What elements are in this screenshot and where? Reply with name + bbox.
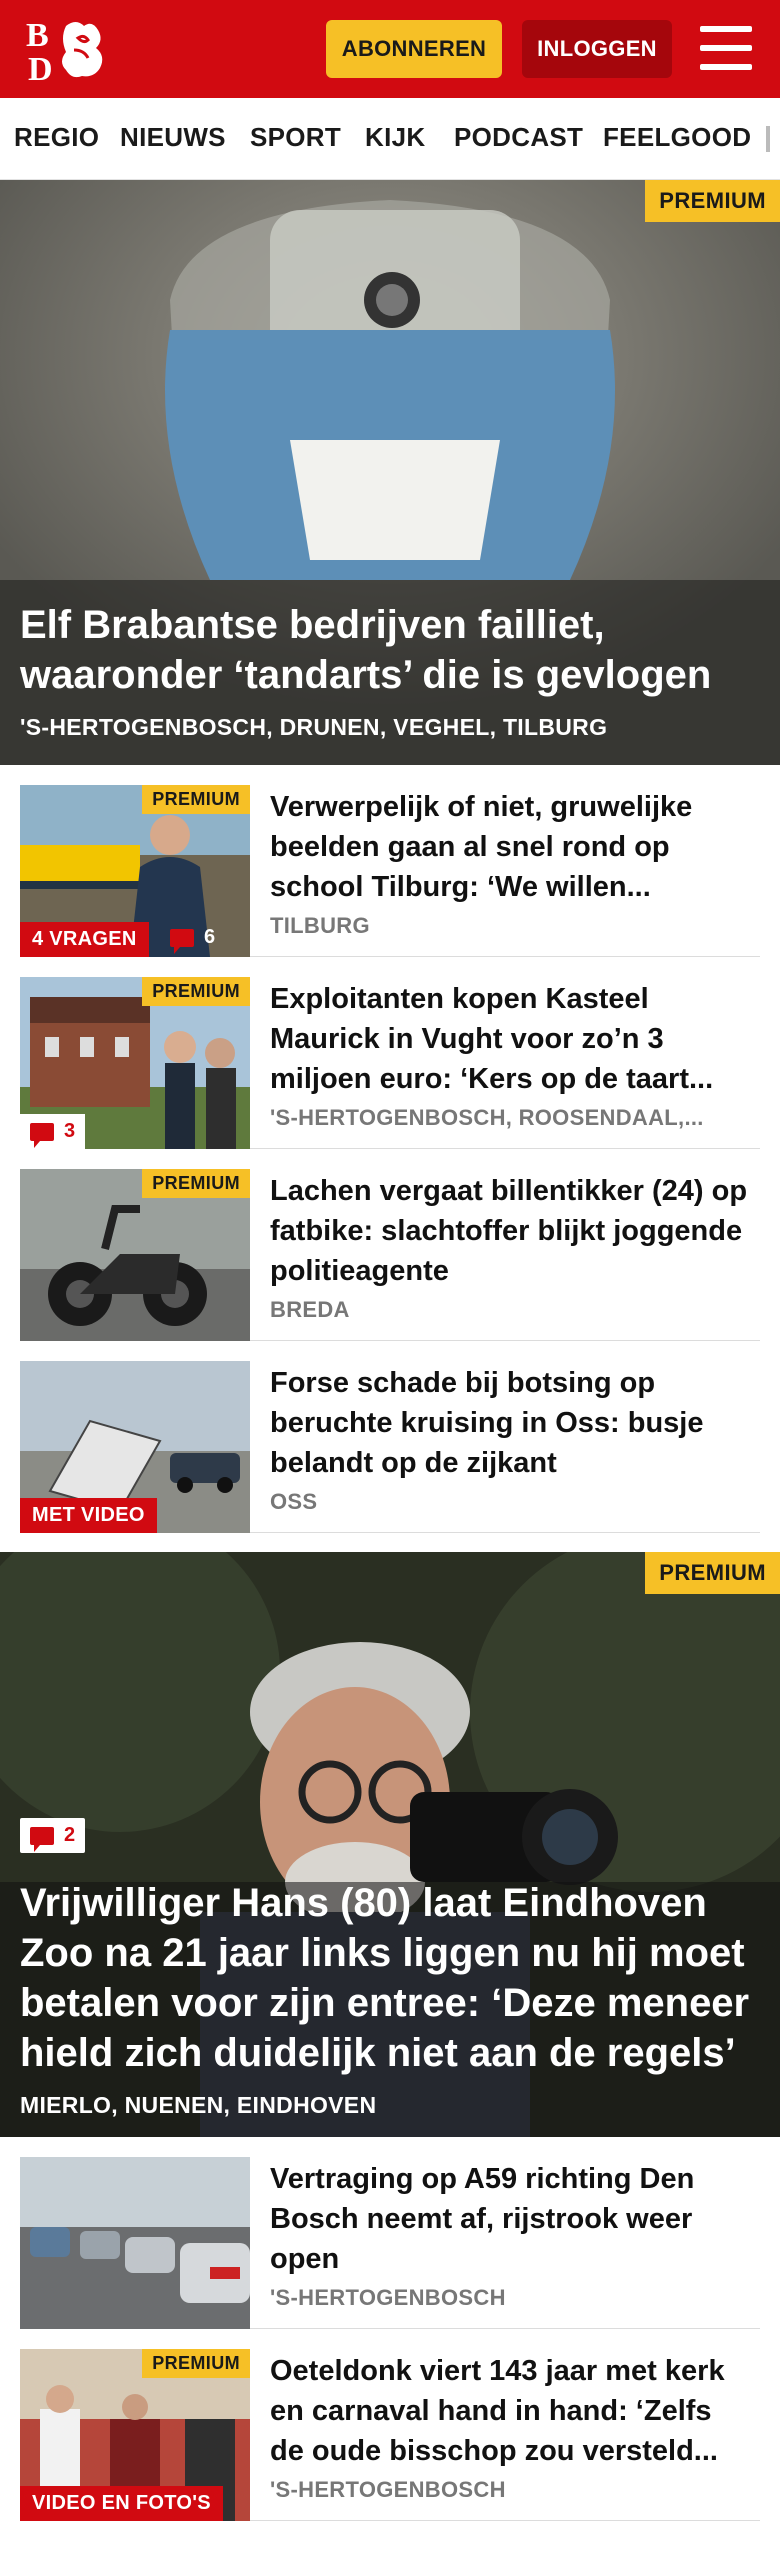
svg-text:D: D <box>28 51 53 84</box>
comment-icon <box>170 928 194 954</box>
hero-1-text: Elf Brabantse bedrijven failliet, waaron… <box>20 600 760 741</box>
premium-badge: PREMIUM <box>142 2349 250 2378</box>
article-6-title[interactable]: Oeteldonk viert 143 jaar met kerk en car… <box>270 2351 750 2471</box>
article-tag: VIDEO EN FOTO'S <box>20 2486 223 2521</box>
nav-item-sport[interactable]: SPORT <box>250 122 341 153</box>
article-2-thumbnail: PREMIUM 3 <box>20 977 250 1149</box>
nav-overflow-indicator <box>766 126 770 152</box>
hero-1-location: 'S-HERTOGENBOSCH, DRUNEN, VEGHEL, TILBUR… <box>20 714 608 740</box>
site-header: B D ABONNEREN INLOGGEN <box>0 0 780 98</box>
bd-logo[interactable]: B D <box>26 16 118 88</box>
comment-count[interactable]: 6 <box>160 920 225 955</box>
svg-text:B: B <box>26 17 49 54</box>
comment-count-value: 3 <box>64 1120 76 1142</box>
article-5-title[interactable]: Vertraging op A59 richting Den Bosch nee… <box>270 2159 750 2279</box>
hero-article-1[interactable]: PREMIUM Elf Brabantse bedrijven failliet… <box>0 180 780 765</box>
hamburger-menu-icon[interactable] <box>700 26 752 70</box>
nav-item-kijk[interactable]: KIJK <box>365 122 425 153</box>
article-row-5[interactable]: Vertraging op A59 richting Den Bosch nee… <box>20 2137 760 2329</box>
article-4-location: OSS <box>270 1489 318 1514</box>
article-2-title[interactable]: Exploitanten kopen Kasteel Maurick in Vu… <box>270 979 750 1099</box>
article-3-location: BREDA <box>270 1297 350 1322</box>
hero-2-location: MIERLO, NUENEN, EINDHOVEN <box>20 2092 377 2118</box>
nav-item-regio[interactable]: REGIO <box>14 122 99 153</box>
comment-icon <box>30 1826 54 1852</box>
article-row-4[interactable]: MET VIDEO Forse schade bij botsing op be… <box>20 1341 760 1533</box>
nav-item-nieuws[interactable]: NIEUWS <box>120 122 226 153</box>
article-row-3[interactable]: PREMIUM Lachen vergaat billentikker (24)… <box>20 1149 760 1341</box>
article-6-location: 'S-HERTOGENBOSCH <box>270 2477 506 2502</box>
premium-badge: PREMIUM <box>142 785 250 814</box>
comment-count[interactable]: 3 <box>20 1114 86 1149</box>
premium-badge: PREMIUM <box>142 1169 250 1198</box>
article-row-1[interactable]: PREMIUM 4 VRAGEN 6 Verwerpelijk of niet,… <box>20 765 760 957</box>
article-tag: MET VIDEO <box>20 1498 157 1533</box>
premium-badge: PREMIUM <box>142 977 250 1006</box>
article-4-title[interactable]: Forse schade bij botsing op beruchte kru… <box>270 1363 750 1483</box>
premium-badge: PREMIUM <box>645 1552 780 1594</box>
subscribe-button[interactable]: ABONNEREN <box>326 20 502 78</box>
article-4-thumbnail: MET VIDEO <box>20 1361 250 1533</box>
hero-2-title[interactable]: Vrijwilliger Hans (80) laat Eindhoven Zo… <box>20 1878 760 2078</box>
main-nav: REGIO NIEUWS SPORT KIJK PODCAST FEELGOOD <box>0 98 780 180</box>
hero-2-text: Vrijwilliger Hans (80) laat Eindhoven Zo… <box>20 1878 760 2119</box>
comment-count-value: 6 <box>204 926 216 948</box>
article-2-location: 'S-HERTOGENBOSCH, ROOSENDAAL,... <box>270 1105 704 1130</box>
hero-1-title[interactable]: Elf Brabantse bedrijven failliet, waaron… <box>20 600 760 700</box>
nav-item-podcast[interactable]: PODCAST <box>454 122 583 153</box>
comment-icon <box>30 1122 54 1148</box>
article-5-thumbnail <box>20 2157 250 2329</box>
article-row-2[interactable]: PREMIUM 3 Exploitanten kopen Kasteel Mau… <box>20 957 760 1149</box>
nav-item-feelgood[interactable]: FEELGOOD <box>603 122 751 153</box>
hero-article-2[interactable]: PREMIUM 2 Vrijwilliger Hans (80) laat Ei… <box>0 1552 780 2137</box>
comment-count-value: 2 <box>64 1824 76 1846</box>
comment-count[interactable]: 2 <box>20 1818 86 1853</box>
article-1-title[interactable]: Verwerpelijk of niet, gruwelijke beelden… <box>270 787 750 907</box>
login-button[interactable]: INLOGGEN <box>522 20 672 78</box>
article-row-6[interactable]: PREMIUM VIDEO EN FOTO'S Oeteldonk viert … <box>20 2329 760 2521</box>
article-5-location: 'S-HERTOGENBOSCH <box>270 2285 506 2310</box>
article-6-thumbnail: PREMIUM VIDEO EN FOTO'S <box>20 2349 250 2521</box>
premium-badge: PREMIUM <box>645 180 780 222</box>
article-3-title[interactable]: Lachen vergaat billentikker (24) op fatb… <box>270 1171 750 1291</box>
article-1-location: TILBURG <box>270 913 370 938</box>
article-3-thumbnail: PREMIUM <box>20 1169 250 1341</box>
article-tag: 4 VRAGEN <box>20 922 149 957</box>
article-1-thumbnail: PREMIUM 4 VRAGEN 6 <box>20 785 250 957</box>
